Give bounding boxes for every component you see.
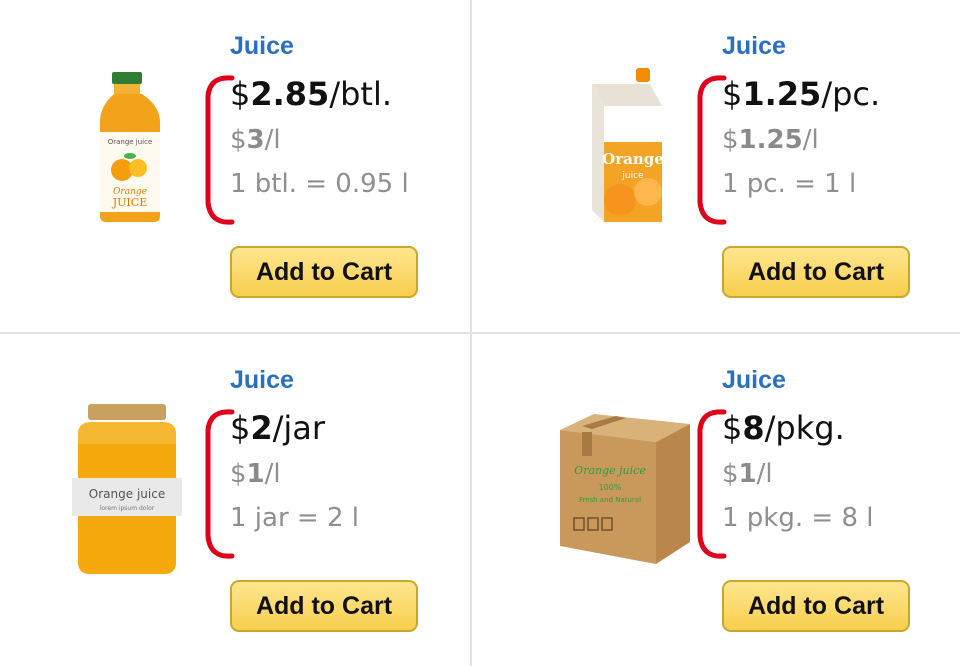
product-price: $8/pkg. <box>722 409 952 447</box>
product-info: Juice $2/jar $1/l 1 jar = 2 l Add to Car… <box>205 364 460 632</box>
product-category[interactable]: Juice <box>230 32 460 61</box>
pack-info: 1 pc. = 1 l <box>722 169 857 199</box>
juice-carton-image: Orange juice <box>592 68 664 222</box>
unit-price: $1/l <box>230 459 460 489</box>
box-label-fresh: Fresh and Natural <box>579 496 641 504</box>
price-bracket-icon <box>697 409 727 559</box>
price-amount: 8 <box>742 409 765 447</box>
juice-box-image: Orange juice 100% Fresh and Natural <box>560 414 690 564</box>
unit-price-amount: 1.25 <box>738 125 803 155</box>
pack-info: 1 jar = 2 l <box>230 503 359 533</box>
add-to-cart-button[interactable]: Add to Cart <box>230 580 418 632</box>
product-card-bottle: Orange juice Orange JUICE Juice $2.85/bt… <box>0 0 470 332</box>
unit-price: $1/l <box>722 459 952 489</box>
product-card-carton: Orange juice Juice $1.25/pc. $1.25/l 1 p… <box>492 0 960 332</box>
jar-label-subtext: lorem ipsum dolor <box>100 505 155 512</box>
price-bracket-icon <box>205 409 235 559</box>
product-category[interactable]: Juice <box>722 366 952 395</box>
price-bracket-icon <box>697 75 727 225</box>
carton-label-orange: Orange <box>602 150 664 168</box>
unit-price-amount: 1 <box>738 459 757 489</box>
price-amount: 1.25 <box>742 75 822 113</box>
product-price: $2/jar <box>230 409 460 447</box>
unit-price-amount: 1 <box>246 459 265 489</box>
unit-price-unit: /l <box>264 459 281 489</box>
bottle-label-juice: JUICE <box>112 196 147 209</box>
add-to-cart-button[interactable]: Add to Cart <box>230 246 418 298</box>
price-unit: /jar <box>272 409 326 447</box>
unit-price-unit: /l <box>802 125 819 155</box>
price-unit: /pkg. <box>764 409 845 447</box>
box-label-text: Orange juice <box>574 464 646 477</box>
add-to-cart-button[interactable]: Add to Cart <box>722 580 910 632</box>
product-card-box: Orange juice 100% Fresh and Natural Juic… <box>492 334 960 666</box>
product-price: $1.25/pc. <box>722 75 952 113</box>
box-label-percent: 100% <box>599 483 622 492</box>
price-unit: /btl. <box>329 75 393 113</box>
product-info: Juice $8/pkg. $1/l 1 pkg. = 8 l Add to C… <box>697 364 952 632</box>
pack-info: 1 btl. = 0.95 l <box>230 169 409 199</box>
price-unit: /pc. <box>821 75 881 113</box>
pack-info: 1 pkg. = 8 l <box>722 503 874 533</box>
price-amount: 2 <box>250 409 273 447</box>
product-category[interactable]: Juice <box>722 32 952 61</box>
product-grid: Orange juice Orange JUICE Juice $2.85/bt… <box>0 0 960 666</box>
bottle-label-text: Orange juice <box>108 138 153 146</box>
add-to-cart-button[interactable]: Add to Cart <box>722 246 910 298</box>
price-bracket-icon <box>205 75 235 225</box>
juice-jar-image: Orange juice lorem ipsum dolor <box>72 404 182 574</box>
carton-label-juice: juice <box>621 171 644 181</box>
product-info: Juice $2.85/btl. $3/l 1 btl. = 0.95 l Ad… <box>205 30 460 298</box>
juice-bottle-image: Orange juice Orange JUICE <box>100 72 160 222</box>
product-price: $2.85/btl. <box>230 75 460 113</box>
product-info: Juice $1.25/pc. $1.25/l 1 pc. = 1 l Add … <box>697 30 952 298</box>
price-amount: 2.85 <box>250 75 330 113</box>
unit-price-unit: /l <box>264 125 281 155</box>
unit-price-unit: /l <box>756 459 773 489</box>
jar-label-text: Orange juice <box>89 487 165 501</box>
unit-price: $3/l <box>230 125 460 155</box>
unit-price-amount: 3 <box>246 125 265 155</box>
product-category[interactable]: Juice <box>230 366 460 395</box>
product-card-jar: Orange juice lorem ipsum dolor Juice $2/… <box>0 334 470 666</box>
unit-price: $1.25/l <box>722 125 952 155</box>
